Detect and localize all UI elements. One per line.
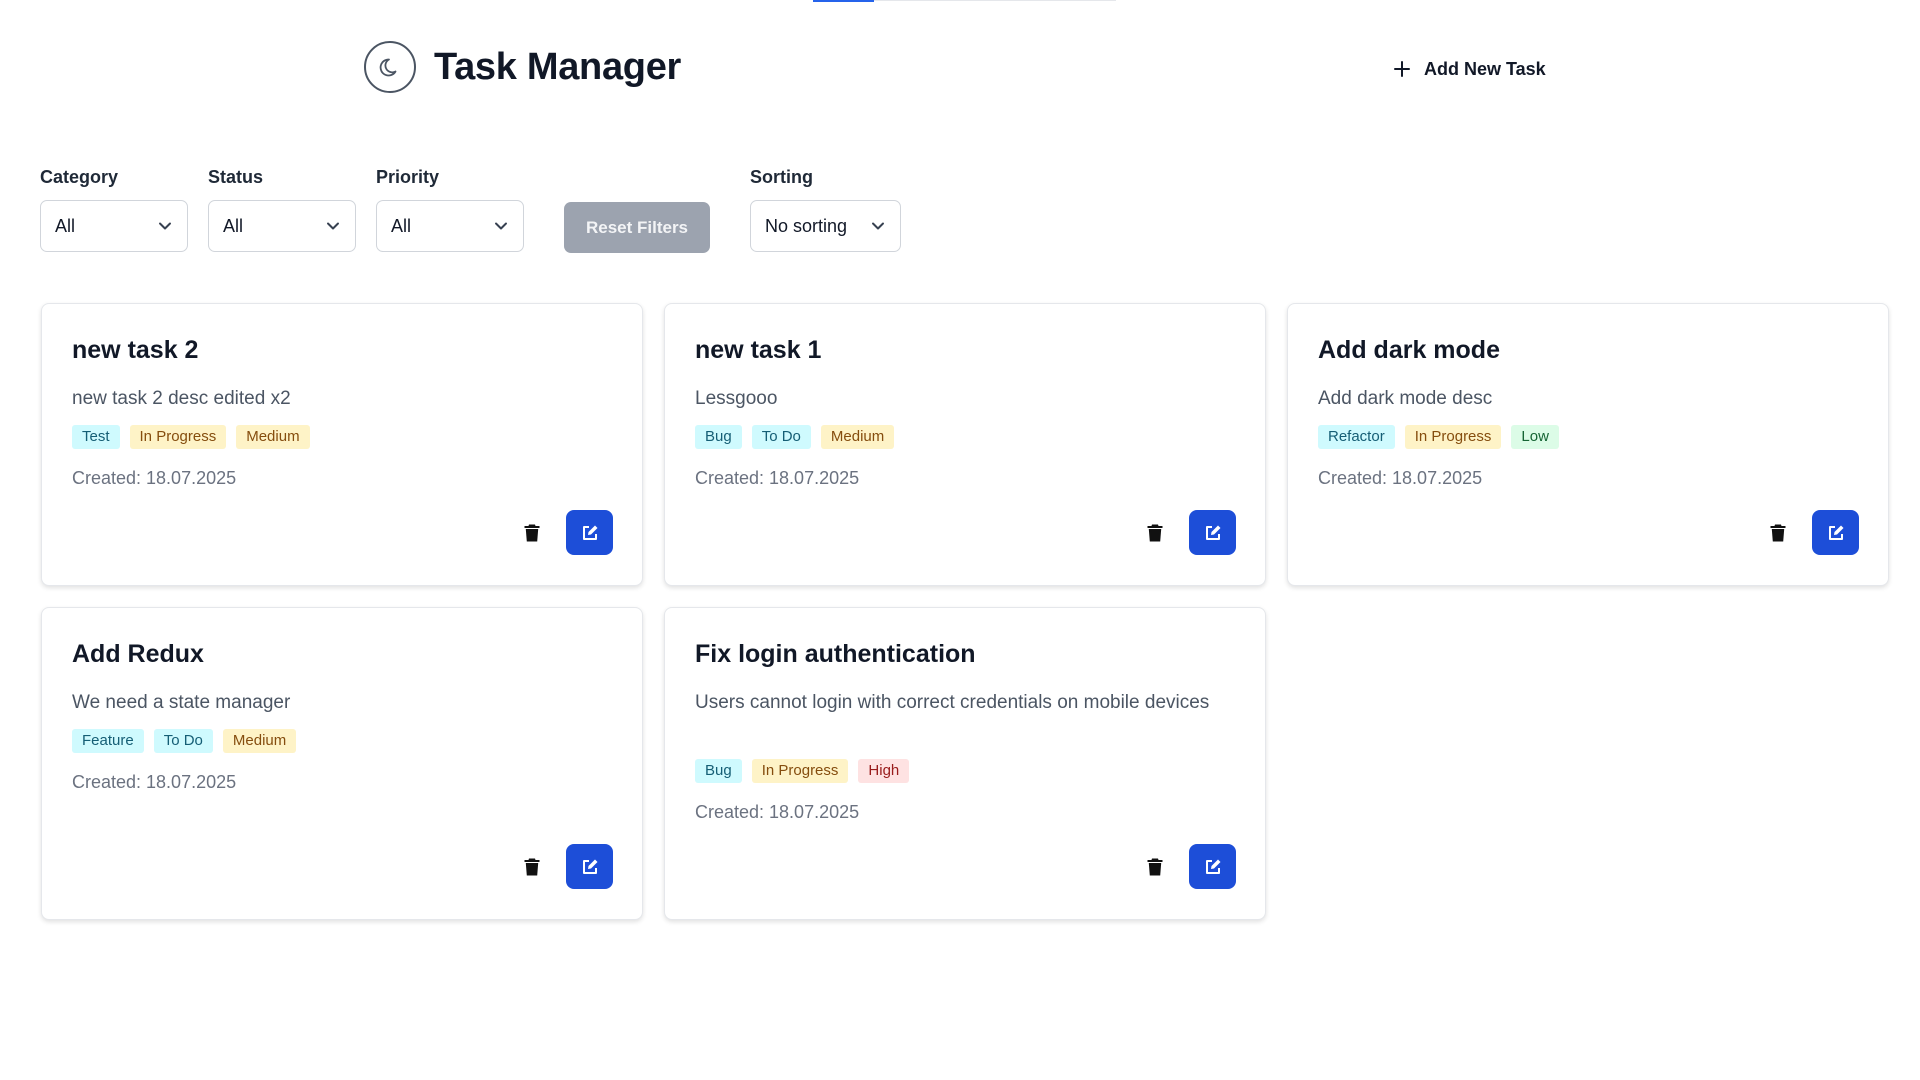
status-badge: In Progress [751,759,849,783]
delete-task-button[interactable] [1143,519,1167,547]
sorting-select[interactable]: No sorting [750,200,901,252]
created-date: Created: 18.07.2025 [72,772,237,792]
add-task-button[interactable]: Add New Task [1390,52,1550,86]
status-filter-label: Status [208,167,264,187]
priority-filter-label: Priority [376,167,440,187]
category-badge: Bug [695,425,742,449]
task-tags: Bug In Progress High [695,759,910,783]
task-title: new task 2 [72,336,199,364]
chevron-down-icon [495,222,507,230]
moon-icon [379,58,397,77]
task-title: Add dark mode [1318,336,1500,364]
task-tags: Bug To Do Medium [695,425,895,449]
task-description: We need a state manager [72,692,291,713]
plus-icon [1394,61,1410,77]
trash-icon [1770,524,1786,542]
edit-task-button[interactable] [566,844,613,889]
chevron-down-icon [159,222,171,230]
category-badge: Test [72,425,120,449]
header: Task Manager Add New Task [0,38,1920,102]
category-filter-label: Category [40,167,119,187]
delete-task-button[interactable] [1143,853,1167,881]
category-select-value: All [55,215,76,236]
sorting-filter: Sorting No sorting [750,167,901,252]
status-badge: To Do [153,729,213,753]
category-badge: Refactor [1318,425,1395,449]
category-filter: Category All [40,167,188,252]
priority-badge: High [858,759,910,783]
task-card: Add dark mode Add dark mode desc Refacto… [1287,303,1889,586]
task-tags: Test In Progress Medium [72,425,310,449]
priority-badge: Medium [222,729,297,753]
status-select-value: All [223,215,244,236]
priority-select[interactable]: All [376,200,524,252]
page-title: Task Manager [434,46,682,88]
task-card: Add Redux We need a state manager Featur… [41,607,643,920]
priority-badge: Low [1511,425,1559,449]
task-description: new task 2 desc edited x2 [72,388,291,409]
task-tags: Refactor In Progress Low [1318,425,1559,449]
category-badge: Bug [695,759,742,783]
sorting-filter-label: Sorting [750,167,813,187]
trash-icon [1147,524,1163,542]
add-task-label: Add New Task [1424,58,1546,79]
priority-badge: Medium [820,425,895,449]
trash-icon [524,524,540,542]
created-date: Created: 18.07.2025 [695,468,860,488]
edit-task-button[interactable] [566,510,613,555]
created-date: Created: 18.07.2025 [72,468,237,488]
status-badge: To Do [751,425,811,449]
priority-select-value: All [391,215,412,236]
created-date: Created: 18.07.2025 [1318,468,1483,488]
task-card: new task 2 new task 2 desc edited x2 Tes… [41,303,643,586]
edit-icon [582,525,597,540]
chevron-down-icon [327,222,339,230]
edit-icon [1205,859,1220,874]
delete-task-button[interactable] [520,519,544,547]
task-description: Users cannot login with correct credenti… [695,692,1210,713]
edit-icon [1205,525,1220,540]
status-filter: Status All [208,167,356,252]
task-card: new task 1 Lessgooo Bug To Do Medium Cre… [664,303,1266,586]
task-description: Lessgooo [695,388,778,409]
task-title: new task 1 [695,336,822,364]
delete-task-button[interactable] [520,853,544,881]
chevron-down-icon [872,222,884,230]
delete-task-button[interactable] [1766,519,1790,547]
category-select[interactable]: All [40,200,188,252]
task-card: Fix login authentication Users cannot lo… [664,607,1266,920]
priority-badge: Medium [236,425,310,449]
category-badge: Feature [72,729,144,753]
reset-filters-button[interactable]: Reset Filters [564,202,710,253]
task-title: Add Redux [72,640,204,668]
status-select[interactable]: All [208,200,356,252]
edit-task-button[interactable] [1189,844,1236,889]
edit-icon [582,859,597,874]
trash-icon [524,858,540,876]
task-tags: Feature To Do Medium [72,729,297,753]
created-date: Created: 18.07.2025 [695,802,860,822]
status-badge: In Progress [1404,425,1502,449]
status-badge: In Progress [129,425,227,449]
task-description: Add dark mode desc [1318,388,1493,409]
top-progress-fill [813,0,874,2]
trash-icon [1147,858,1163,876]
priority-filter: Priority All [376,167,524,252]
task-title: Fix login authentication [695,640,976,668]
edit-task-button[interactable] [1189,510,1236,555]
edit-task-button[interactable] [1812,510,1859,555]
theme-toggle-button[interactable] [364,41,416,93]
sorting-select-value: No sorting [765,215,848,236]
edit-icon [1828,525,1843,540]
